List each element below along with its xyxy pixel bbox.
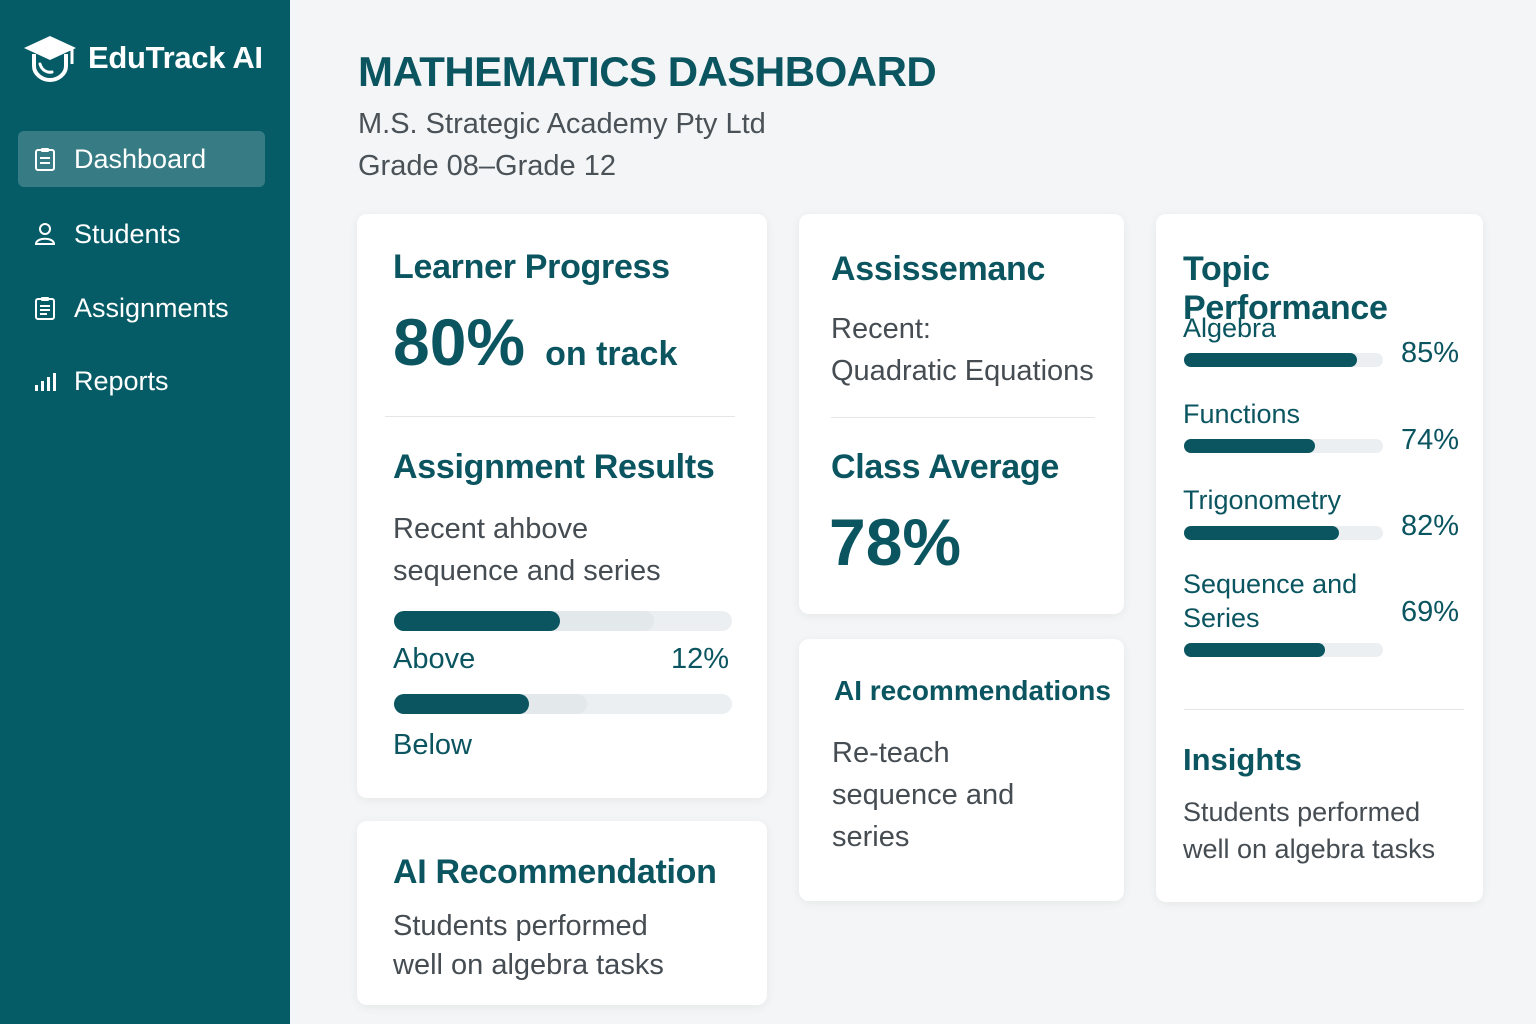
insights-line1: Students performed — [1183, 797, 1421, 827]
above-bar-fill — [394, 611, 560, 631]
below-progress-bar — [394, 694, 732, 714]
ai-recommendation-title: AI Recommendation — [393, 853, 717, 891]
topic-bar — [1184, 439, 1383, 453]
learner-progress-card: Learner Progress 80% on track Assignment… — [357, 214, 767, 798]
graduation-cap-icon — [24, 36, 76, 83]
assessment-recent-label: Recent: — [831, 313, 931, 345]
topic-bar-fill — [1184, 643, 1326, 657]
insights-line2: well on algebra tasks — [1183, 834, 1436, 864]
sidebar-item-label: Students — [74, 218, 181, 249]
clipboard-list-icon — [34, 297, 56, 320]
learner-progress-title: Learner Progress — [393, 248, 670, 286]
below-label: Below — [393, 729, 472, 761]
grade-range: Grade 08–Grade 12 — [358, 150, 616, 182]
ai-recommendation-card: AI Recommendation Students performed wel… — [357, 821, 767, 1005]
ai-recommendations-line1: Re-teach — [832, 737, 950, 769]
ai-recommendations-title: AI recommendations — [834, 675, 1111, 706]
topic-name: Functions — [1183, 399, 1301, 429]
class-average-value: 78% — [829, 505, 962, 579]
above-label: Above — [393, 643, 476, 675]
topic-bar-fill — [1184, 353, 1358, 367]
sidebar-item-students[interactable]: Students — [18, 206, 265, 262]
assignment-results-line1: Recent ahbove — [393, 513, 589, 545]
ai-recommendation-line1: Students performed — [393, 910, 648, 942]
assignment-results-title: Assignment Results — [393, 448, 715, 486]
topic-name-line2: Series — [1183, 603, 1260, 633]
sidebar-item-reports[interactable]: Reports — [18, 353, 265, 409]
topic-value: 74% — [1400, 424, 1459, 456]
sidebar-item-label: Reports — [74, 365, 169, 396]
sidebar-item-assignments[interactable]: Assignments — [18, 280, 265, 336]
class-average-title: Class Average — [831, 448, 1059, 486]
school-name: M.S. Strategic Academy Pty Ltd — [358, 108, 766, 140]
divider — [1184, 709, 1464, 710]
below-bar-fill — [394, 694, 530, 714]
assessment-card: Assissemanc Recent: Quadratic Equations … — [799, 214, 1124, 614]
topic-value: 69% — [1400, 596, 1459, 628]
assessment-recent-value: Quadratic Equations — [831, 355, 1094, 387]
brand[interactable]: EduTrack AI — [22, 30, 263, 86]
sidebar-item-dashboard[interactable]: Dashboard — [18, 131, 265, 187]
above-progress-bar — [394, 611, 732, 631]
topic-bar — [1184, 643, 1383, 657]
ai-recommendations-line2: sequence and — [832, 779, 1015, 811]
above-value: 12% — [670, 643, 729, 675]
ai-recommendations-line3: series — [832, 821, 910, 853]
topic-name: Algebra — [1183, 313, 1277, 343]
bar-chart-icon — [34, 370, 56, 392]
topic-bar-fill — [1184, 526, 1340, 540]
topic-name: Trigonometry — [1183, 485, 1342, 515]
learner-progress-stat: 80% on track — [393, 304, 677, 380]
assignment-results-line2: sequence and series — [393, 555, 661, 587]
learner-progress-suffix: on track — [545, 335, 678, 373]
assessment-title: Assissemanc — [831, 250, 1046, 288]
sidebar-item-label: Dashboard — [74, 143, 207, 174]
learner-progress-value: 80% — [393, 305, 526, 379]
clipboard-icon — [34, 148, 56, 171]
ai-recommendations-card: AI recommendations Re-teach sequence and… — [799, 639, 1124, 901]
topic-performance-card: Topic Performance Algebra 85% Functions … — [1156, 214, 1483, 902]
brand-name: EduTrack AI — [88, 40, 263, 75]
topic-bar — [1184, 526, 1383, 540]
ai-recommendation-line2: well on algebra tasks — [393, 949, 664, 981]
topic-value: 85% — [1400, 337, 1459, 369]
divider — [831, 417, 1095, 418]
user-icon — [34, 223, 56, 245]
sidebar: EduTrack AI Dashboard Students Assignmen… — [0, 0, 290, 1024]
sidebar-item-label: Assignments — [74, 292, 229, 323]
insights-title: Insights — [1183, 742, 1302, 777]
page-title: MATHEMATICS DASHBOARD — [358, 48, 937, 95]
divider — [385, 416, 735, 417]
topic-bar-fill — [1184, 439, 1316, 453]
topic-value: 82% — [1400, 510, 1459, 542]
topic-bar — [1184, 353, 1383, 367]
